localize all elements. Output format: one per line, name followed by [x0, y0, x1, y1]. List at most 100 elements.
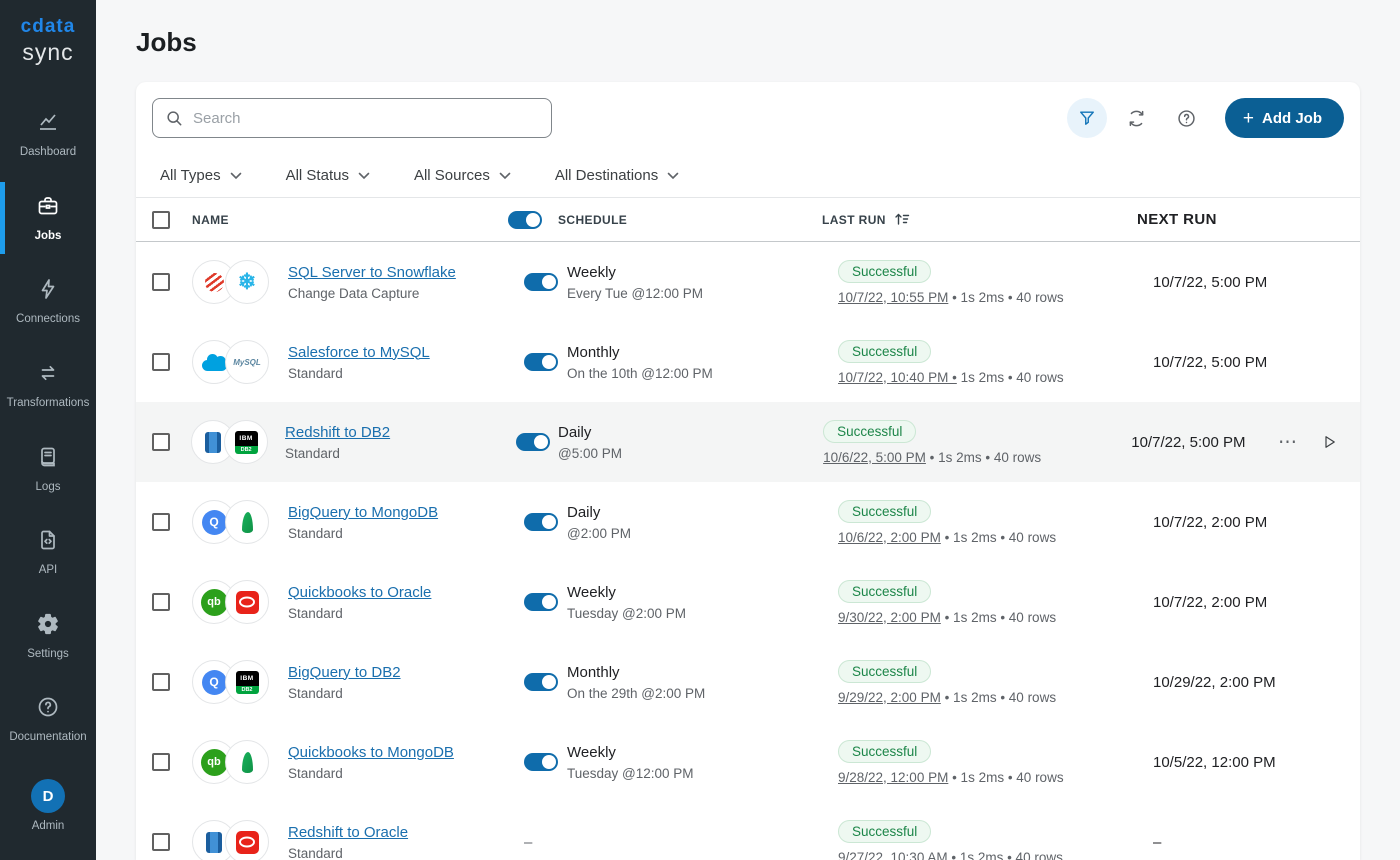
jobs-card: + Add Job All Types All Status All Sourc…	[136, 82, 1360, 860]
next-run-value: 10/7/22, 5:00 PM	[1153, 274, 1303, 291]
chevron-down-icon	[230, 172, 242, 180]
destination-vendor-icon	[225, 820, 269, 860]
row-checkbox[interactable]	[152, 833, 170, 851]
schedule-detail: Tuesday @12:00 PM	[567, 766, 838, 781]
filter-all-status[interactable]: All Status	[286, 167, 370, 184]
row-more-button[interactable]: ⋯	[1278, 431, 1298, 454]
row-checkbox[interactable]	[152, 753, 170, 771]
sidebar-item-api[interactable]: API	[0, 516, 96, 589]
settings-icon	[36, 612, 60, 641]
help-button[interactable]	[1167, 98, 1207, 138]
sidebar-item-connections[interactable]: Connections	[0, 265, 96, 338]
last-run-meta: • 1s 2ms • 40 rows	[948, 290, 1063, 305]
column-header-name: NAME	[192, 213, 508, 227]
schedule-toggle[interactable]	[516, 433, 550, 451]
schedule-detail: On the 29th @2:00 PM	[567, 686, 838, 701]
table-row: BigQuery to MongoDB Standard – Daily @2:…	[136, 482, 1360, 562]
status-badge: Successful	[838, 580, 931, 603]
last-run-link[interactable]: 9/30/22, 2:00 PM	[838, 610, 941, 625]
schedule-toggle[interactable]	[524, 593, 558, 611]
schedule-toggle[interactable]	[524, 513, 558, 531]
status-badge: Successful	[838, 820, 931, 843]
schedule-toggle[interactable]	[524, 273, 558, 291]
schedule-detail: On the 10th @12:00 PM	[567, 366, 838, 381]
job-type-label: Standard	[288, 846, 524, 860]
sidebar-item-dashboard[interactable]: Dashboard	[0, 98, 96, 171]
job-vendor-icons	[192, 580, 288, 624]
next-run-value: 10/5/22, 12:00 PM	[1153, 754, 1303, 771]
last-run-meta: • 1s 2ms • 40 rows	[948, 770, 1063, 785]
sidebar-item-settings[interactable]: Settings	[0, 600, 96, 673]
schedule-toggle[interactable]	[524, 353, 558, 371]
destination-vendor-icon	[225, 740, 269, 784]
schedule-toggle[interactable]	[524, 673, 558, 691]
next-run-value: 10/7/22, 5:00 PM	[1131, 434, 1278, 451]
last-run-link[interactable]: 10/6/22, 2:00 PM	[838, 530, 941, 545]
last-run-link[interactable]: 10/7/22, 10:40 PM •	[838, 370, 957, 385]
jobs-list: SQL Server to Snowflake Change Data Capt…	[136, 242, 1360, 860]
table-row: Redshift to DB2 Standard – Daily @5:00 P…	[136, 402, 1360, 482]
filter-button[interactable]	[1067, 98, 1107, 138]
next-run-value: 10/29/22, 2:00 PM	[1153, 674, 1303, 691]
column-header-schedule: SCHEDULE	[558, 213, 822, 227]
job-type-label: Standard	[288, 366, 524, 381]
sidebar-item-transformations[interactable]: Transformations	[0, 349, 96, 422]
last-run-link[interactable]: 9/29/22, 2:00 PM	[838, 690, 941, 705]
sidebar-item-jobs[interactable]: Jobs	[0, 182, 96, 255]
job-vendor-icons	[192, 820, 288, 860]
next-run-value: –	[1153, 834, 1303, 851]
filter-all-destinations[interactable]: All Destinations	[555, 167, 679, 184]
last-run-link[interactable]: 10/6/22, 5:00 PM	[823, 450, 926, 465]
row-checkbox[interactable]	[152, 433, 170, 451]
connections-icon	[36, 277, 60, 306]
last-run-link[interactable]: 9/27/22, 10:30 AM	[838, 850, 948, 860]
job-name-link[interactable]: BigQuery to MongoDB	[288, 504, 438, 521]
job-name-link[interactable]: Redshift to DB2	[285, 424, 390, 441]
last-run-meta: • 1s 2ms • 40 rows	[941, 610, 1056, 625]
job-type-label: Standard	[288, 526, 524, 541]
sidebar-item-logs[interactable]: Logs	[0, 433, 96, 506]
last-run-link[interactable]: 9/28/22, 12:00 PM	[838, 770, 948, 785]
job-name-link[interactable]: Salesforce to MySQL	[288, 344, 430, 361]
select-all-checkbox[interactable]	[152, 211, 170, 229]
job-name-link[interactable]: Quickbooks to MongoDB	[288, 744, 454, 761]
column-header-last-run[interactable]: LAST RUN	[822, 212, 1137, 227]
row-checkbox[interactable]	[152, 353, 170, 371]
schedule-frequency: Weekly	[567, 264, 838, 281]
schedule-frequency: Daily	[567, 504, 838, 521]
row-checkbox[interactable]	[152, 593, 170, 611]
sidebar-item-documentation[interactable]: Documentation	[0, 683, 96, 756]
table-row: Salesforce to MySQL Standard – Monthly O…	[136, 322, 1360, 402]
play-icon	[1320, 433, 1338, 451]
search-input[interactable]	[152, 98, 552, 138]
schedule-toggle[interactable]	[524, 753, 558, 771]
row-run-button[interactable]	[1320, 433, 1338, 451]
row-checkbox[interactable]	[152, 273, 170, 291]
job-type-label: Standard	[285, 446, 516, 461]
destination-vendor-icon	[225, 580, 269, 624]
job-name-link[interactable]: BigQuery to DB2	[288, 664, 401, 681]
app-logo: cdata sync	[0, 0, 96, 72]
job-name-link[interactable]: SQL Server to Snowflake	[288, 264, 456, 281]
filter-row: All Types All Status All Sources All Des…	[136, 154, 1360, 198]
main-content: Jobs + Add Job	[96, 0, 1400, 860]
job-type-label: Standard	[288, 766, 524, 781]
destination-vendor-icon	[224, 420, 268, 464]
job-type-label: Change Data Capture	[288, 286, 524, 301]
job-vendor-icons	[192, 260, 288, 304]
last-run-link[interactable]: 10/7/22, 10:55 PM	[838, 290, 948, 305]
refresh-button[interactable]	[1117, 98, 1157, 138]
help-icon	[1176, 108, 1197, 129]
job-name-link[interactable]: Redshift to Oracle	[288, 824, 408, 841]
plus-icon: +	[1243, 109, 1254, 128]
row-checkbox[interactable]	[152, 673, 170, 691]
row-checkbox[interactable]	[152, 513, 170, 531]
filter-all-types[interactable]: All Types	[160, 167, 242, 184]
sidebar-item-admin[interactable]: D Admin	[0, 767, 96, 845]
add-job-button[interactable]: + Add Job	[1225, 98, 1344, 138]
help-circle-icon	[36, 695, 60, 724]
job-name-link[interactable]: Quickbooks to Oracle	[288, 584, 431, 601]
filter-all-sources[interactable]: All Sources	[414, 167, 511, 184]
schedule-master-toggle[interactable]	[508, 211, 542, 229]
transformations-icon	[36, 361, 60, 390]
